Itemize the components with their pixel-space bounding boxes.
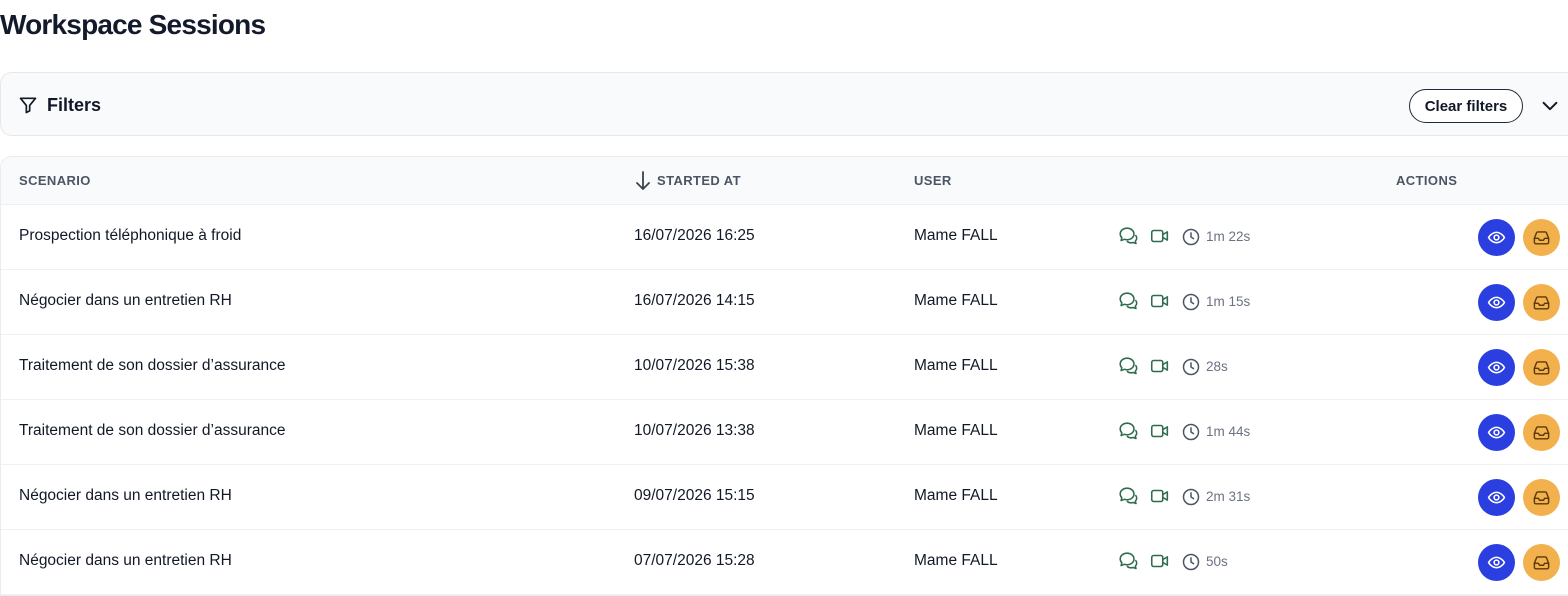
inbox-icon (1533, 426, 1550, 440)
scenario-cell: Négocier dans un entretien RH (19, 487, 232, 504)
table-row[interactable]: Traitement de son dossier d’assurance 10… (1, 400, 1568, 465)
eye-icon (1487, 296, 1506, 309)
scenario-cell: Négocier dans un entretien RH (19, 552, 232, 569)
started-at-cell: 10/07/2026 15:38 (634, 357, 755, 374)
chat-icon[interactable] (1117, 550, 1139, 572)
user-cell: Mame FALL (914, 357, 998, 374)
inbox-icon (1533, 556, 1550, 570)
duration-text: 1m 15s (1206, 294, 1251, 309)
video-icon[interactable] (1149, 290, 1171, 312)
view-session-button[interactable] (1478, 414, 1515, 451)
column-header-scenario[interactable]: SCENARIO (19, 173, 91, 188)
started-at-cell: 16/07/2026 14:15 (634, 292, 755, 309)
chat-icon[interactable] (1117, 355, 1139, 377)
inbox-icon (1533, 491, 1550, 505)
eye-icon (1487, 556, 1506, 569)
arrow-down-icon[interactable] (634, 170, 652, 192)
table-row[interactable]: Négocier dans un entretien RH 09/07/2026… (1, 465, 1568, 530)
archive-session-button[interactable] (1523, 479, 1560, 516)
user-cell: Mame FALL (914, 227, 998, 244)
clear-filters-button[interactable]: Clear filters (1409, 89, 1523, 123)
column-header-actions: ACTIONS (1396, 173, 1458, 188)
table-row[interactable]: Prospection téléphonique à froid 16/07/2… (1, 205, 1568, 270)
view-session-button[interactable] (1478, 349, 1515, 386)
filters-panel[interactable]: Filters Clear filters (0, 72, 1568, 136)
scenario-cell: Traitement de son dossier d’assurance (19, 422, 286, 439)
video-icon[interactable] (1149, 550, 1171, 572)
filter-icon (18, 95, 38, 115)
view-session-button[interactable] (1478, 219, 1515, 256)
user-cell: Mame FALL (914, 422, 998, 439)
filters-label: Filters (47, 95, 102, 115)
user-cell: Mame FALL (914, 487, 998, 504)
video-icon[interactable] (1149, 355, 1171, 377)
eye-icon (1487, 361, 1506, 374)
user-cell: Mame FALL (914, 552, 998, 569)
clock-icon (1181, 552, 1201, 572)
duration-text: 50s (1206, 554, 1228, 569)
table-row[interactable]: Négocier dans un entretien RH 07/07/2026… (1, 530, 1568, 595)
chevron-down-icon[interactable] (1539, 95, 1561, 117)
clock-icon (1181, 487, 1201, 507)
user-cell: Mame FALL (914, 292, 998, 309)
duration-text: 28s (1206, 359, 1228, 374)
inbox-icon (1533, 361, 1550, 375)
started-at-cell: 07/07/2026 15:28 (634, 552, 755, 569)
table-body: Prospection téléphonique à froid 16/07/2… (1, 205, 1568, 595)
scenario-cell: Négocier dans un entretien RH (19, 292, 232, 309)
chat-icon[interactable] (1117, 485, 1139, 507)
view-session-button[interactable] (1478, 479, 1515, 516)
clock-icon (1181, 292, 1201, 312)
duration-text: 1m 44s (1206, 424, 1251, 439)
duration-text: 1m 22s (1206, 229, 1251, 244)
sessions-table: SCENARIO STARTED AT USER ACTIONS Prospec… (0, 156, 1568, 596)
video-icon[interactable] (1149, 485, 1171, 507)
clock-icon (1181, 357, 1201, 377)
view-session-button[interactable] (1478, 544, 1515, 581)
scenario-cell: Traitement de son dossier d’assurance (19, 357, 286, 374)
table-header: SCENARIO STARTED AT USER ACTIONS (1, 157, 1568, 205)
scenario-cell: Prospection téléphonique à froid (19, 227, 242, 244)
eye-icon (1487, 491, 1506, 504)
archive-session-button[interactable] (1523, 544, 1560, 581)
table-row[interactable]: Négocier dans un entretien RH 16/07/2026… (1, 270, 1568, 335)
column-header-user[interactable]: USER (914, 173, 952, 188)
clock-icon (1181, 422, 1201, 442)
column-header-started-at[interactable]: STARTED AT (657, 173, 741, 188)
archive-session-button[interactable] (1523, 414, 1560, 451)
inbox-icon (1533, 296, 1550, 310)
started-at-cell: 16/07/2026 16:25 (634, 227, 755, 244)
table-row[interactable]: Traitement de son dossier d’assurance 10… (1, 335, 1568, 400)
archive-session-button[interactable] (1523, 219, 1560, 256)
eye-icon (1487, 426, 1506, 439)
page-title: Workspace Sessions (0, 9, 266, 40)
started-at-cell: 09/07/2026 15:15 (634, 487, 755, 504)
view-session-button[interactable] (1478, 284, 1515, 321)
clock-icon (1181, 227, 1201, 247)
chat-icon[interactable] (1117, 225, 1139, 247)
archive-session-button[interactable] (1523, 349, 1560, 386)
chat-icon[interactable] (1117, 290, 1139, 312)
duration-text: 2m 31s (1206, 489, 1251, 504)
video-icon[interactable] (1149, 225, 1171, 247)
archive-session-button[interactable] (1523, 284, 1560, 321)
started-at-cell: 10/07/2026 13:38 (634, 422, 755, 439)
chat-icon[interactable] (1117, 420, 1139, 442)
inbox-icon (1533, 231, 1550, 245)
video-icon[interactable] (1149, 420, 1171, 442)
eye-icon (1487, 231, 1506, 244)
